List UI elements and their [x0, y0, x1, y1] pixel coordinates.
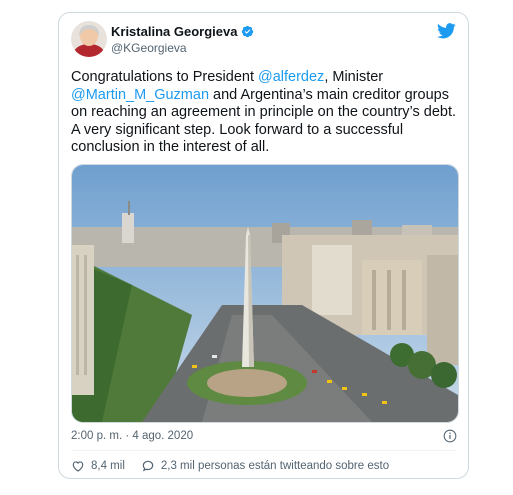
tweet-card[interactable]: Kristalina Georgieva @KGeorgieva Congrat… — [58, 12, 469, 479]
tweet-text: Congratulations to President @alferdez, … — [71, 69, 463, 157]
conversation-text: 2,3 mil personas están twitteando sobre … — [160, 460, 390, 472]
mention-alferdez[interactable]: @alferdez — [258, 69, 324, 85]
action-bar: 8,4 mil 2,3 mil personas están twitteand… — [71, 459, 405, 473]
tweet-text-part: , Minister — [324, 69, 384, 85]
tweet-photo[interactable] — [71, 164, 459, 423]
avatar[interactable] — [71, 21, 107, 57]
author-name[interactable]: Kristalina Georgieva — [111, 24, 237, 39]
timestamp[interactable]: 2:00 p. m. · 4 ago. 2020 — [71, 430, 193, 442]
like-button[interactable]: 8,4 mil — [71, 459, 125, 473]
like-count: 8,4 mil — [91, 460, 125, 472]
timestamp-row: 2:00 p. m. · 4 ago. 2020 — [71, 429, 457, 443]
mention-martin-guzman[interactable]: @Martin_M_Guzman — [71, 87, 209, 103]
tweet-text-part: Congratulations to President — [71, 69, 258, 85]
speech-bubble-icon — [142, 460, 154, 472]
info-icon[interactable] — [443, 429, 457, 443]
divider — [71, 450, 457, 451]
twitter-bird-icon[interactable] — [437, 23, 456, 39]
heart-icon — [72, 461, 84, 472]
author-handle[interactable]: @KGeorgieva — [111, 41, 187, 55]
conversation-link[interactable]: 2,3 mil personas están twitteando sobre … — [141, 459, 389, 473]
verified-badge-icon — [242, 25, 254, 38]
